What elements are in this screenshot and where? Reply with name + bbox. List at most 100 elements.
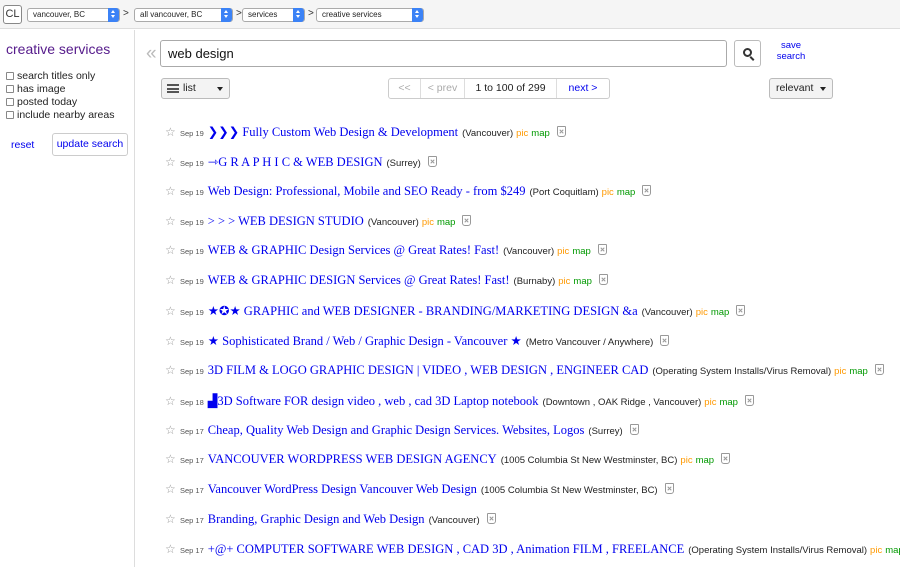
save-search-link[interactable]: save search [775, 40, 807, 62]
prev-page-button[interactable]: < prev [421, 79, 465, 98]
result-row: ☆ Sep 19 ❯❯❯ Fully Custom Web Design & Dev… [165, 124, 566, 140]
favorite-star-icon[interactable]: ☆ [165, 214, 180, 228]
craigslist-logo[interactable]: CL [3, 5, 22, 24]
result-map-link[interactable]: map [711, 307, 729, 318]
breadcrumb-section-select[interactable]: services [242, 8, 305, 22]
result-location: (1005 Columbia St New Westminster, BC) [480, 485, 658, 496]
favorite-star-icon[interactable]: ☆ [165, 394, 180, 408]
favorite-star-icon[interactable]: ☆ [165, 243, 180, 257]
result-map-link[interactable]: map [572, 246, 590, 257]
hide-posting-icon[interactable] [462, 215, 472, 226]
result-date: Sep 19 [180, 129, 204, 138]
favorite-star-icon[interactable]: ☆ [165, 184, 180, 198]
filter-search-titles-only[interactable]: search titles only [6, 70, 95, 82]
hide-posting-icon[interactable] [486, 513, 496, 524]
result-title-link[interactable]: Cheap, Quality Web Design and Graphic De… [208, 423, 585, 438]
result-location: (Vancouver) [428, 515, 480, 526]
hide-posting-icon[interactable] [721, 453, 731, 464]
result-title-link[interactable]: VANCOUVER WORDPRESS WEB DESIGN AGENCY [208, 452, 497, 467]
search-input[interactable]: web design [160, 40, 727, 67]
result-location: (Vancouver) [367, 217, 419, 228]
result-date: Sep 17 [180, 546, 204, 555]
sort-select[interactable]: relevant [769, 78, 833, 99]
favorite-star-icon[interactable]: ☆ [165, 304, 180, 318]
pagination: << < prev 1 to 100 of 299 next > [388, 78, 610, 99]
favorite-star-icon[interactable]: ☆ [165, 482, 180, 496]
result-map-link[interactable]: map [696, 455, 714, 466]
view-mode-select[interactable]: list [161, 78, 230, 99]
breadcrumb-category-select[interactable]: creative services [316, 8, 424, 22]
result-date: Sep 19 [180, 367, 204, 376]
favorite-star-icon[interactable]: ☆ [165, 273, 180, 287]
hide-posting-icon[interactable] [597, 244, 607, 255]
hide-posting-icon[interactable] [664, 483, 674, 494]
hide-posting-icon[interactable] [744, 395, 754, 406]
result-location: (1005 Columbia St New Westminster, BC) [500, 455, 678, 466]
filter-posted-today[interactable]: posted today [6, 96, 77, 108]
result-map-link[interactable]: map [573, 276, 591, 287]
result-row: ☆ Sep 19 3D FILM & LOGO GRAPHIC DESIGN | V… [165, 363, 884, 379]
hide-posting-icon[interactable] [642, 185, 652, 196]
first-page-button[interactable]: << [389, 79, 421, 98]
search-button[interactable] [734, 40, 761, 67]
favorite-star-icon[interactable]: ☆ [165, 542, 180, 556]
result-map-link[interactable]: map [849, 366, 867, 377]
breadcrumb-city-select[interactable]: vancouver, BC [27, 8, 120, 22]
result-title-link[interactable]: ⇾G R A P H I C & WEB DESIGN [208, 154, 383, 170]
result-title-link[interactable]: > > > WEB DESIGN STUDIO [208, 214, 364, 229]
result-row: ☆ Sep 19 ★✪★ GRAPHIC and WEB DESIGNER - BR… [165, 303, 746, 319]
result-location: (Operating System Installs/Virus Removal… [688, 545, 868, 556]
reset-link[interactable]: reset [11, 139, 34, 151]
favorite-star-icon[interactable]: ☆ [165, 423, 180, 437]
result-title-link[interactable]: 3D FILM & LOGO GRAPHIC DESIGN | VIDEO , … [208, 363, 649, 378]
result-map-link[interactable]: map [531, 128, 549, 139]
favorite-star-icon[interactable]: ☆ [165, 125, 180, 139]
favorite-star-icon[interactable]: ☆ [165, 512, 180, 526]
hide-posting-icon[interactable] [629, 424, 639, 435]
hide-posting-icon[interactable] [598, 274, 608, 285]
filter-include-nearby-areas[interactable]: include nearby areas [6, 109, 114, 121]
result-map-link[interactable]: map [885, 545, 900, 556]
breadcrumb-separator: > [236, 8, 242, 19]
result-map-link[interactable]: map [437, 217, 455, 228]
filter-has-image[interactable]: has image [6, 83, 65, 95]
hide-posting-icon[interactable] [874, 364, 884, 375]
breadcrumb-section-label: services [248, 10, 278, 19]
result-title-link[interactable]: ★ Sophisticated Brand / Web / Graphic De… [208, 333, 522, 349]
collapse-sidebar-icon[interactable]: « [146, 44, 157, 63]
view-mode-label: list [183, 82, 196, 94]
favorite-star-icon[interactable]: ☆ [165, 334, 180, 348]
list-view-icon [167, 84, 179, 93]
result-title-link[interactable]: WEB & GRAPHIC Design Services @ Great Ra… [208, 243, 499, 258]
result-title-link[interactable]: +@+ COMPUTER SOFTWARE WEB DESIGN , CAD 3… [208, 542, 684, 557]
favorite-star-icon[interactable]: ☆ [165, 452, 180, 466]
result-map-link[interactable]: map [719, 397, 737, 408]
result-map-link[interactable]: map [617, 187, 635, 198]
result-location: (Vancouver) [462, 128, 514, 139]
result-title-link[interactable]: ❯❯❯ Fully Custom Web Design & Developmen… [208, 124, 458, 140]
result-title-link[interactable]: WEB & GRAPHIC DESIGN Services @ Great Ra… [208, 273, 510, 288]
result-pic-tag: pic [558, 276, 571, 287]
result-title-link[interactable]: Branding, Graphic Design and Web Design [208, 512, 425, 527]
hide-posting-icon[interactable] [556, 126, 566, 137]
favorite-star-icon[interactable]: ☆ [165, 363, 180, 377]
favorite-star-icon[interactable]: ☆ [165, 155, 180, 169]
result-date: Sep 18 [180, 398, 204, 407]
result-title-link[interactable]: Vancouver WordPress Design Vancouver Web… [208, 482, 477, 497]
update-search-button[interactable]: update search [52, 133, 128, 156]
hide-posting-icon[interactable] [736, 305, 746, 316]
next-page-button[interactable]: next > [556, 79, 609, 98]
breadcrumb-category-label: creative services [322, 10, 382, 19]
result-title-link[interactable]: Web Design: Professional, Mobile and SEO… [208, 184, 526, 199]
breadcrumb-area-select[interactable]: all vancouver, BC [134, 8, 233, 22]
checkbox[interactable] [6, 72, 14, 80]
hide-posting-icon[interactable] [660, 335, 670, 346]
result-title-link[interactable]: ★✪★ GRAPHIC and WEB DESIGNER - BRANDING/… [208, 303, 638, 319]
checkbox[interactable] [6, 111, 14, 119]
checkbox[interactable] [6, 85, 14, 93]
result-pic-tag: pic [421, 217, 434, 228]
result-date: Sep 19 [180, 188, 204, 197]
result-title-link[interactable]: ▟3D Software FOR design video , web , ca… [208, 393, 539, 409]
hide-posting-icon[interactable] [427, 156, 437, 167]
checkbox[interactable] [6, 98, 14, 106]
